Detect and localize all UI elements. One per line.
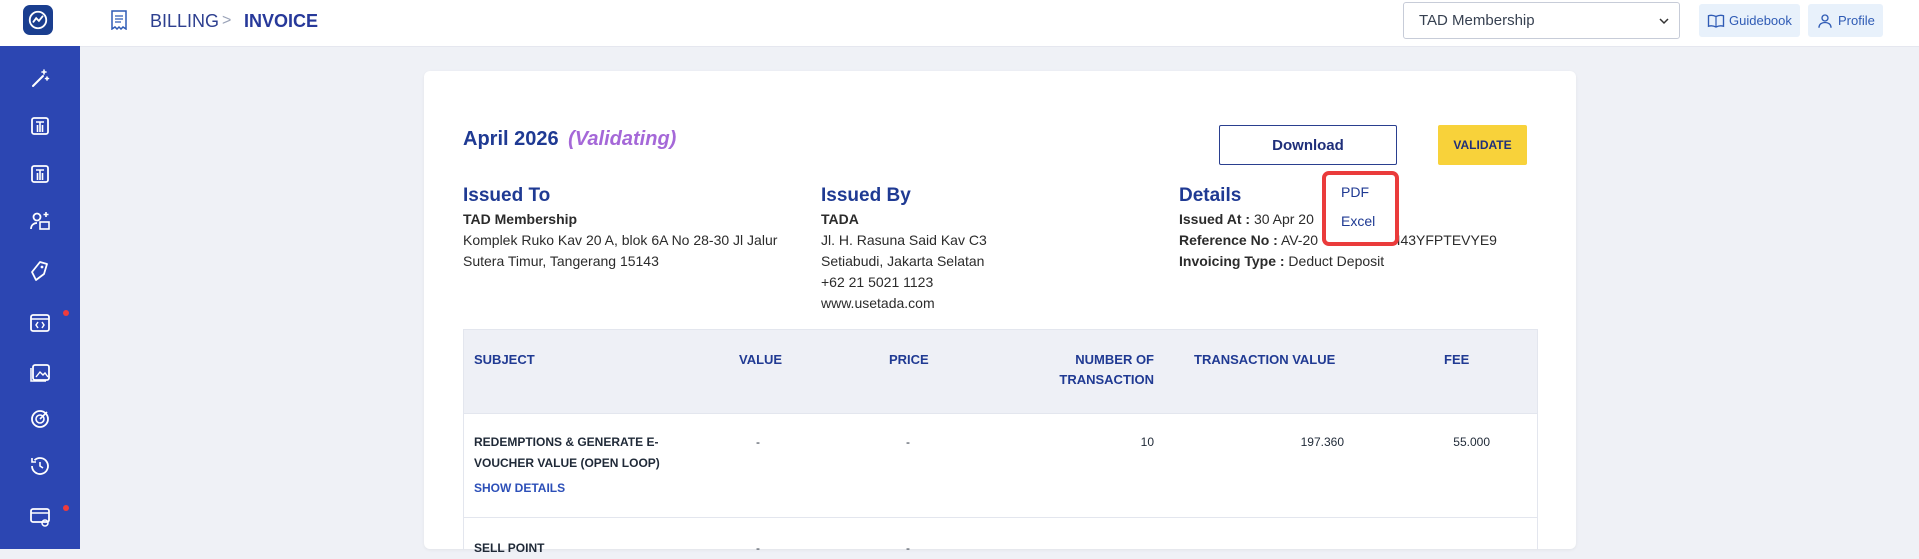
header-number-of-transaction: NUMBER OF TRANSACTION xyxy=(1024,350,1154,390)
download-dropdown-menu: PDF Excel xyxy=(1322,171,1399,246)
book-icon xyxy=(1707,14,1725,28)
magic-wand-icon xyxy=(32,69,50,87)
notification-dot xyxy=(63,505,69,511)
analytics-logo-icon xyxy=(28,10,48,30)
sidebar-item-users[interactable] xyxy=(0,201,80,241)
reference-value-start: AV-20 xyxy=(1280,232,1319,248)
issued-by-name: TADA xyxy=(821,211,859,227)
company-select-value: TAD Membership xyxy=(1419,12,1535,29)
logo-area xyxy=(0,0,80,46)
sidebar-item-tada-2[interactable] xyxy=(0,154,80,194)
issued-at-value: 30 Apr 20 xyxy=(1253,211,1314,227)
invoicing-type-label: Invoicing Type : xyxy=(1179,253,1285,269)
guidebook-button[interactable]: Guidebook xyxy=(1699,4,1800,37)
receipt-icon xyxy=(111,10,127,30)
header-transaction-value: TRANSACTION VALUE xyxy=(1194,352,1336,367)
row-subject-line-2: VOUCHER VALUE (OPEN LOOP) xyxy=(474,456,660,470)
invoice-period: April 2026 (Validating) xyxy=(463,128,676,151)
row-fee: 55.000 xyxy=(1453,435,1490,449)
breadcrumb-billing[interactable]: BILLING xyxy=(150,11,219,32)
validate-button[interactable]: VALIDATE xyxy=(1438,125,1527,165)
sidebar-item-magic[interactable] xyxy=(0,59,80,99)
profile-button[interactable]: Profile xyxy=(1808,4,1883,37)
breadcrumb-invoice: INVOICE xyxy=(244,11,319,31)
header-subject: SUBJECT xyxy=(474,352,535,367)
gallery-icon xyxy=(30,364,50,382)
tag-icon xyxy=(31,261,48,281)
header-price: PRICE xyxy=(889,352,929,367)
issued-by-line-1: Jl. H. Rasuna Said Kav C3 xyxy=(821,232,987,248)
sidebar-item-tags[interactable] xyxy=(0,251,80,291)
download-pdf-option[interactable]: PDF xyxy=(1341,184,1369,200)
header-value: VALUE xyxy=(739,352,783,367)
issued-to-heading: Issued To xyxy=(463,185,551,206)
table-row: SELL POINT - - xyxy=(464,518,1537,558)
issued-by-heading: Issued By xyxy=(821,185,911,206)
invoicing-type-row: Invoicing Type : Deduct Deposit xyxy=(1179,251,1539,272)
row-transaction-value: 197.360 xyxy=(1300,435,1344,449)
invoice-month: April 2026 xyxy=(463,128,559,150)
issued-to-address-line-1: Komplek Ruko Kav 20 A, blok 6A No 28-30 … xyxy=(463,232,778,248)
row-value: - xyxy=(756,435,760,449)
download-excel-option[interactable]: Excel xyxy=(1341,213,1375,229)
issued-by-phone: +62 21 5021 1123 xyxy=(821,274,934,290)
issued-by-section: Issued By TADA Jl. H. Rasuna Said Kav C3… xyxy=(821,183,987,314)
issued-to-address-line-2: Sutera Timur, Tangerang 15143 xyxy=(463,253,659,269)
user-icon xyxy=(1818,13,1832,28)
guidebook-label: Guidebook xyxy=(1729,13,1792,28)
sidebar-item-targets[interactable] xyxy=(0,399,80,439)
issued-to-section: Issued To TAD Membership Komplek Ruko Ka… xyxy=(463,183,777,272)
code-window-icon xyxy=(30,314,50,332)
issued-to-name: TAD Membership xyxy=(463,211,578,227)
invoice-card: April 2026 (Validating) Download VALIDAT… xyxy=(424,71,1576,555)
header-number-line-1: NUMBER OF xyxy=(1075,352,1154,367)
show-details-link[interactable]: SHOW DETAILS xyxy=(474,481,565,495)
sidebar xyxy=(0,0,80,549)
breadcrumb-separator: > xyxy=(222,12,232,29)
sidebar-item-history[interactable] xyxy=(0,446,80,486)
issued-by-line-2: Setiabudi, Jakarta Selatan xyxy=(821,253,985,269)
logo[interactable] xyxy=(23,5,53,35)
company-select[interactable]: TAD Membership xyxy=(1403,2,1680,39)
issued-by-website: www.usetada.com xyxy=(821,295,935,311)
invoicing-type-value: Deduct Deposit xyxy=(1288,253,1385,269)
header-fee: FEE xyxy=(1444,352,1470,367)
download-button[interactable]: Download xyxy=(1219,125,1397,165)
sidebar-item-gallery[interactable] xyxy=(0,352,80,392)
row-subject: REDEMPTIONS & GENERATE E- VOUCHER VALUE … xyxy=(474,432,660,474)
tada-t-icon xyxy=(31,117,49,135)
row-number: 10 xyxy=(1140,435,1154,449)
sidebar-item-billing[interactable] xyxy=(0,497,80,537)
header-number-line-2: TRANSACTION xyxy=(1059,372,1154,387)
billing-settings-icon xyxy=(30,508,50,527)
invoice-status: (Validating) xyxy=(568,128,677,150)
table-row: REDEMPTIONS & GENERATE E- VOUCHER VALUE … xyxy=(464,414,1537,518)
issued-at-label: Issued At : xyxy=(1179,211,1251,227)
profile-label: Profile xyxy=(1838,13,1875,28)
row-price: - xyxy=(906,435,910,449)
reference-label: Reference No : xyxy=(1179,232,1278,248)
row-subject-line-1: REDEMPTIONS & GENERATE E- xyxy=(474,435,659,449)
history-icon xyxy=(31,457,49,475)
notification-dot xyxy=(63,310,69,316)
invoice-table: SUBJECT VALUE PRICE NUMBER OF TRANSACTIO… xyxy=(463,329,1538,555)
chevron-down-icon xyxy=(1659,18,1669,25)
target-icon xyxy=(31,410,49,428)
sidebar-item-tada-1[interactable] xyxy=(0,106,80,146)
user-add-icon xyxy=(30,212,50,230)
sidebar-item-developer[interactable] xyxy=(0,303,80,343)
tada-t-icon xyxy=(31,165,49,183)
table-header: SUBJECT VALUE PRICE NUMBER OF TRANSACTIO… xyxy=(464,330,1537,414)
